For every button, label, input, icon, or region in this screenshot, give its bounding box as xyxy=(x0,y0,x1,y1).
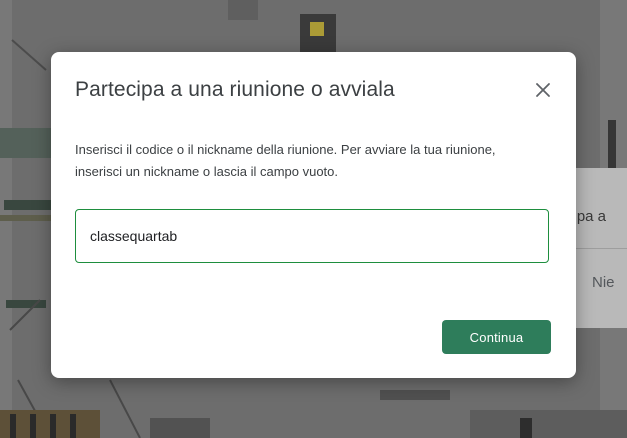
continue-button[interactable]: Continua xyxy=(442,320,551,354)
dialog-description: Inserisci il codice o il nickname della … xyxy=(75,142,496,179)
close-button[interactable] xyxy=(529,76,557,104)
meeting-code-field[interactable] xyxy=(75,209,549,263)
close-icon xyxy=(536,83,550,97)
meeting-code-input[interactable] xyxy=(90,226,530,246)
dialog-title: Partecipa a una riunione o avviala xyxy=(75,78,395,101)
join-meeting-dialog: Partecipa a una riunione o avviala Inser… xyxy=(51,52,576,378)
